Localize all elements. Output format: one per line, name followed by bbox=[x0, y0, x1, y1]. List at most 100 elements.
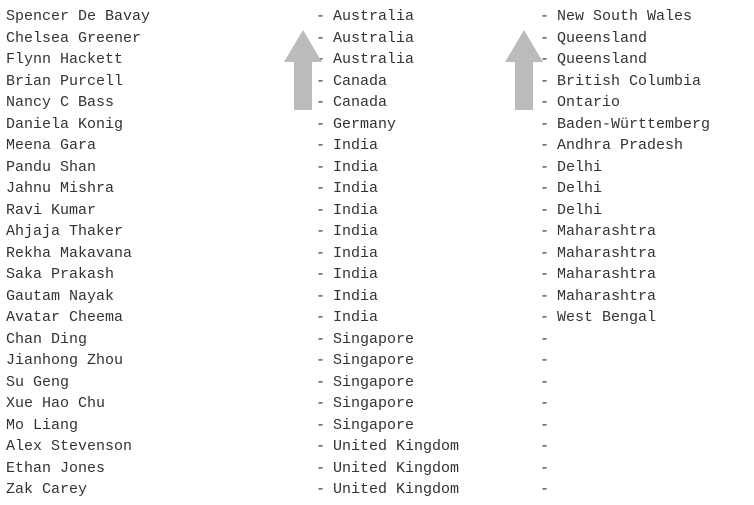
dash-separator: - bbox=[316, 114, 333, 136]
dash-separator: - bbox=[540, 157, 557, 179]
dash-separator: - bbox=[540, 264, 557, 286]
dash-separator: - bbox=[540, 479, 557, 501]
state-cell bbox=[557, 436, 748, 458]
state-cell bbox=[557, 372, 748, 394]
country-cell: India bbox=[333, 221, 540, 243]
dash-separator: - bbox=[316, 178, 333, 200]
dash-separator: - bbox=[316, 221, 333, 243]
dash-separator: - bbox=[316, 350, 333, 372]
name-cell: Jianhong Zhou bbox=[6, 350, 316, 372]
dash-separator: - bbox=[540, 307, 557, 329]
state-cell: Maharashtra bbox=[557, 264, 748, 286]
country-cell: United Kingdom bbox=[333, 479, 540, 501]
dash-separator: - bbox=[540, 243, 557, 265]
dash-separator: - bbox=[540, 372, 557, 394]
state-cell bbox=[557, 458, 748, 480]
dash-separator: - bbox=[540, 114, 557, 136]
name-cell: Ravi Kumar bbox=[6, 200, 316, 222]
state-cell: Maharashtra bbox=[557, 286, 748, 308]
name-cell: Chelsea Greener bbox=[6, 28, 316, 50]
dash-separator: - bbox=[316, 436, 333, 458]
name-cell: Pandu Shan bbox=[6, 157, 316, 179]
state-cell: Delhi bbox=[557, 200, 748, 222]
state-cell: Maharashtra bbox=[557, 243, 748, 265]
country-cell: Germany bbox=[333, 114, 540, 136]
name-cell: Brian Purcell bbox=[6, 71, 316, 93]
name-cell: Jahnu Mishra bbox=[6, 178, 316, 200]
dash-separator: - bbox=[540, 221, 557, 243]
list-row: Meena Gara-India-Andhra Pradesh bbox=[6, 135, 748, 157]
list-row: Xue Hao Chu-Singapore- bbox=[6, 393, 748, 415]
country-cell: Singapore bbox=[333, 415, 540, 437]
list-row: Daniela Konig-Germany-Baden-Württemberg bbox=[6, 114, 748, 136]
dash-separator: - bbox=[316, 479, 333, 501]
dash-separator: - bbox=[316, 200, 333, 222]
state-cell bbox=[557, 479, 748, 501]
list-row: Ethan Jones-United Kingdom- bbox=[6, 458, 748, 480]
name-cell: Ethan Jones bbox=[6, 458, 316, 480]
dash-separator: - bbox=[540, 286, 557, 308]
country-cell: United Kingdom bbox=[333, 458, 540, 480]
country-cell: India bbox=[333, 200, 540, 222]
list-row: Saka Prakash-India-Maharashtra bbox=[6, 264, 748, 286]
dash-separator: - bbox=[540, 178, 557, 200]
list-row: Ravi Kumar-India-Delhi bbox=[6, 200, 748, 222]
sort-country-arrow-up-icon bbox=[284, 30, 322, 110]
dash-separator: - bbox=[316, 157, 333, 179]
list-row: Jianhong Zhou-Singapore- bbox=[6, 350, 748, 372]
country-cell: India bbox=[333, 157, 540, 179]
list-row: Nancy C Bass-Canada-Ontario bbox=[6, 92, 748, 114]
country-cell: Australia bbox=[333, 6, 540, 28]
name-cell: Flynn Hackett bbox=[6, 49, 316, 71]
state-cell: Queensland bbox=[557, 28, 748, 50]
dash-separator: - bbox=[316, 372, 333, 394]
dash-separator: - bbox=[540, 415, 557, 437]
name-cell: Avatar Cheema bbox=[6, 307, 316, 329]
dash-separator: - bbox=[540, 458, 557, 480]
state-cell: Baden-Württemberg bbox=[557, 114, 748, 136]
country-cell: Singapore bbox=[333, 372, 540, 394]
state-cell: Ontario bbox=[557, 92, 748, 114]
state-cell bbox=[557, 350, 748, 372]
dash-separator: - bbox=[540, 135, 557, 157]
state-cell bbox=[557, 393, 748, 415]
country-cell: Singapore bbox=[333, 329, 540, 351]
dash-separator: - bbox=[316, 6, 333, 28]
dash-separator: - bbox=[316, 458, 333, 480]
country-cell: India bbox=[333, 307, 540, 329]
name-cell: Saka Prakash bbox=[6, 264, 316, 286]
name-cell: Su Geng bbox=[6, 372, 316, 394]
dash-separator: - bbox=[316, 286, 333, 308]
dash-separator: - bbox=[540, 350, 557, 372]
dash-separator: - bbox=[540, 393, 557, 415]
dash-separator: - bbox=[316, 264, 333, 286]
list-row: Mo Liang-Singapore- bbox=[6, 415, 748, 437]
dash-separator: - bbox=[540, 436, 557, 458]
list-row: Chelsea Greener-Australia-Queensland bbox=[6, 28, 748, 50]
data-list: Spencer De Bavay-Australia-New South Wal… bbox=[6, 6, 748, 501]
name-cell: Mo Liang bbox=[6, 415, 316, 437]
name-cell: Meena Gara bbox=[6, 135, 316, 157]
state-cell bbox=[557, 415, 748, 437]
dash-separator: - bbox=[540, 6, 557, 28]
name-cell: Alex Stevenson bbox=[6, 436, 316, 458]
list-row: Jahnu Mishra-India-Delhi bbox=[6, 178, 748, 200]
country-cell: United Kingdom bbox=[333, 436, 540, 458]
country-cell: India bbox=[333, 243, 540, 265]
list-row: Spencer De Bavay-Australia-New South Wal… bbox=[6, 6, 748, 28]
dash-separator: - bbox=[540, 329, 557, 351]
country-cell: Singapore bbox=[333, 393, 540, 415]
list-row: Brian Purcell-Canada-British Columbia bbox=[6, 71, 748, 93]
state-cell: British Columbia bbox=[557, 71, 748, 93]
list-row: Su Geng-Singapore- bbox=[6, 372, 748, 394]
state-cell: Delhi bbox=[557, 157, 748, 179]
name-cell: Rekha Makavana bbox=[6, 243, 316, 265]
dash-separator: - bbox=[540, 200, 557, 222]
country-cell: Singapore bbox=[333, 350, 540, 372]
name-cell: Gautam Nayak bbox=[6, 286, 316, 308]
list-row: Zak Carey-United Kingdom- bbox=[6, 479, 748, 501]
name-cell: Xue Hao Chu bbox=[6, 393, 316, 415]
list-row: Pandu Shan-India-Delhi bbox=[6, 157, 748, 179]
list-row: Ahjaja Thaker-India-Maharashtra bbox=[6, 221, 748, 243]
state-cell bbox=[557, 329, 748, 351]
